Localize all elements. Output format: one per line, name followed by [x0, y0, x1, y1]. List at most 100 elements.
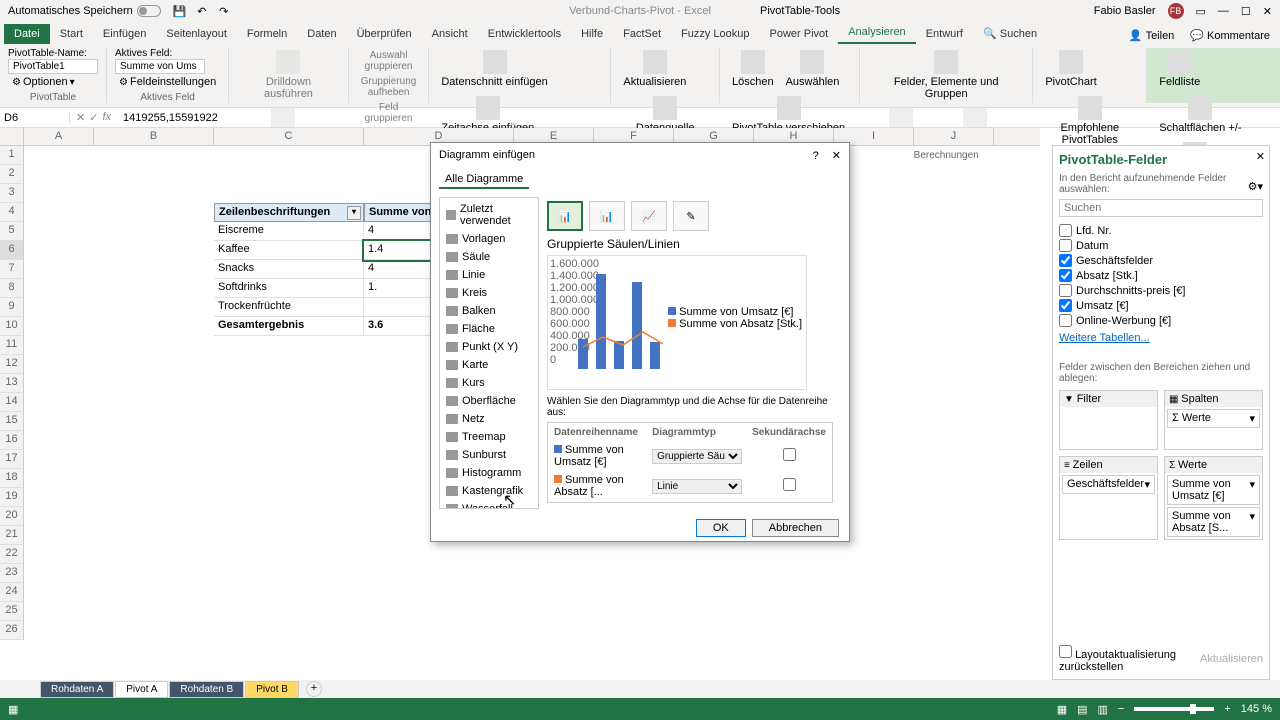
col-header-B[interactable]: B [94, 128, 214, 145]
tab-ansicht[interactable]: Ansicht [422, 24, 478, 44]
tab-formeln[interactable]: Formeln [237, 24, 297, 44]
chart-type-wasserfall[interactable]: Wasserfall [442, 500, 536, 509]
col-header-A[interactable]: A [24, 128, 94, 145]
field-umsatz[interactable]: Umsatz [€] [1059, 298, 1263, 313]
fx-icon[interactable]: fx [102, 111, 111, 124]
more-tables-link[interactable]: Weitere Tabellen... [1059, 332, 1263, 344]
row-header-2[interactable]: 2 [0, 165, 24, 184]
view-pagelayout-icon[interactable]: ▤ [1077, 703, 1087, 716]
row-header-4[interactable]: 4 [0, 203, 24, 222]
cancel-button[interactable]: Abbrechen [752, 519, 839, 537]
cell-C5[interactable]: Eiscreme [214, 222, 364, 241]
chart-type-vorlagen[interactable]: Vorlagen [442, 230, 536, 248]
row-header-12[interactable]: 12 [0, 355, 24, 374]
view-pagebreak-icon[interactable]: ▥ [1098, 703, 1108, 716]
select-button[interactable]: Auswählen [782, 48, 844, 90]
field-search-input[interactable] [1059, 199, 1263, 217]
tab-ueberpruefen[interactable]: Überprüfen [347, 24, 422, 44]
tab-einfuegen[interactable]: Einfügen [93, 24, 156, 44]
dialog-help-icon[interactable]: ? [813, 150, 819, 162]
cell-C8[interactable]: Softdrinks [214, 279, 364, 298]
chart-type-histogramm[interactable]: Histogramm [442, 464, 536, 482]
cancel-formula-icon[interactable]: ✕ [76, 111, 85, 124]
minimize-icon[interactable]: — [1218, 5, 1229, 17]
series-secondary-1[interactable] [783, 448, 796, 461]
row-header-10[interactable]: 10 [0, 317, 24, 336]
row-header-26[interactable]: 26 [0, 621, 24, 640]
row-header-16[interactable]: 16 [0, 431, 24, 450]
row-header-5[interactable]: 5 [0, 222, 24, 241]
field-settings-button[interactable]: ⚙ Feldeinstellungen [115, 74, 220, 90]
sheet-tab-pivot-a[interactable]: Pivot A [115, 681, 168, 698]
sheet-tab-rohdaten-b[interactable]: Rohdaten B [169, 681, 244, 698]
zoom-level[interactable]: 145 % [1241, 703, 1272, 715]
tab-factset[interactable]: FactSet [613, 24, 671, 44]
subtype-custom[interactable]: ✎ [673, 201, 709, 231]
tab-fuzzylookup[interactable]: Fuzzy Lookup [671, 24, 759, 44]
subtype-2[interactable]: 📊 [589, 201, 625, 231]
tab-all-charts[interactable]: Alle Diagramme [439, 171, 529, 189]
series-secondary-2[interactable] [783, 478, 796, 491]
redo-icon[interactable]: ↷ [217, 4, 231, 18]
tab-entwicklertools[interactable]: Entwicklertools [478, 24, 571, 44]
chart-type-linie[interactable]: Linie [442, 266, 536, 284]
col-header-J[interactable]: J [914, 128, 994, 145]
row-header-8[interactable]: 8 [0, 279, 24, 298]
refresh-button[interactable]: Aktualisieren [619, 48, 690, 90]
cell-C6[interactable]: Kaffee [214, 241, 364, 260]
select-all-corner[interactable] [0, 128, 24, 145]
zoom-out-icon[interactable]: − [1118, 703, 1124, 715]
zoom-in-icon[interactable]: + [1224, 703, 1230, 715]
add-sheet-button[interactable]: + [306, 681, 322, 697]
pt-options-button[interactable]: ⚙ Optionen ▾ [8, 74, 98, 90]
share-button[interactable]: 👤 Teilen [1123, 27, 1180, 44]
subtype-3[interactable]: 📈 [631, 201, 667, 231]
field-onlinewerbung[interactable]: Online-Werbung [€] [1059, 313, 1263, 328]
chart-type-zuletztverwendet[interactable]: Zuletzt verwendet [442, 200, 536, 230]
ok-button[interactable]: OK [696, 519, 746, 537]
pt-name-input[interactable] [8, 59, 98, 74]
chart-type-sule[interactable]: Säule [442, 248, 536, 266]
save-icon[interactable]: 💾 [173, 4, 187, 18]
maximize-icon[interactable]: ☐ [1241, 5, 1251, 18]
row-header-19[interactable]: 19 [0, 488, 24, 507]
chart-type-kreis[interactable]: Kreis [442, 284, 536, 302]
field-durchschnittspreis[interactable]: Durchschnitts-preis [€] [1059, 283, 1263, 298]
enter-formula-icon[interactable]: ✓ [89, 111, 98, 124]
series-type-2[interactable]: Linie [652, 479, 742, 494]
row-header-6[interactable]: 6 [0, 241, 24, 260]
user-avatar[interactable]: FB [1168, 3, 1184, 19]
undo-icon[interactable]: ↶ [195, 4, 209, 18]
tab-start[interactable]: Start [50, 24, 93, 44]
cell-C4[interactable]: Zeilenbeschriftungen▾ [214, 203, 364, 222]
fields-items-button[interactable]: Felder, Elemente und Gruppen [868, 48, 1024, 102]
tab-analysieren[interactable]: Analysieren [838, 22, 915, 44]
subtype-clustered-col-line[interactable]: 📊 [547, 201, 583, 231]
chart-type-sunburst[interactable]: Sunburst [442, 446, 536, 464]
view-normal-icon[interactable]: ▦ [1057, 703, 1067, 716]
dialog-close-icon[interactable]: ✕ [832, 150, 841, 162]
tab-daten[interactable]: Daten [297, 24, 346, 44]
field-absatzstk[interactable]: Absatz [Stk.] [1059, 268, 1263, 283]
chart-type-netz[interactable]: Netz [442, 410, 536, 428]
chart-type-flche[interactable]: Fläche [442, 320, 536, 338]
sheet-tab-pivot-b[interactable]: Pivot B [245, 681, 299, 698]
row-area-item[interactable]: Geschäftsfelder▾ [1062, 475, 1155, 494]
row-header-15[interactable]: 15 [0, 412, 24, 431]
fieldlist-button[interactable]: Feldliste [1155, 48, 1204, 90]
row-header-18[interactable]: 18 [0, 469, 24, 488]
row-header-25[interactable]: 25 [0, 602, 24, 621]
chart-type-punktxy[interactable]: Punkt (X Y) [442, 338, 536, 356]
field-datum[interactable]: Datum [1059, 238, 1263, 253]
clear-button[interactable]: Löschen [728, 48, 778, 90]
chart-type-kastengrafik[interactable]: Kastengrafik [442, 482, 536, 500]
chart-type-kurs[interactable]: Kurs [442, 374, 536, 392]
tab-powerpivot[interactable]: Power Pivot [760, 24, 839, 44]
col-header-C[interactable]: C [214, 128, 364, 145]
row-header-13[interactable]: 13 [0, 374, 24, 393]
tab-hilfe[interactable]: Hilfe [571, 24, 613, 44]
chart-type-karte[interactable]: Karte [442, 356, 536, 374]
name-box[interactable]: D6 [0, 112, 70, 124]
comments-button[interactable]: 💬 Kommentare [1184, 27, 1276, 44]
slicer-button[interactable]: Datenschnitt einfügen [437, 48, 551, 90]
